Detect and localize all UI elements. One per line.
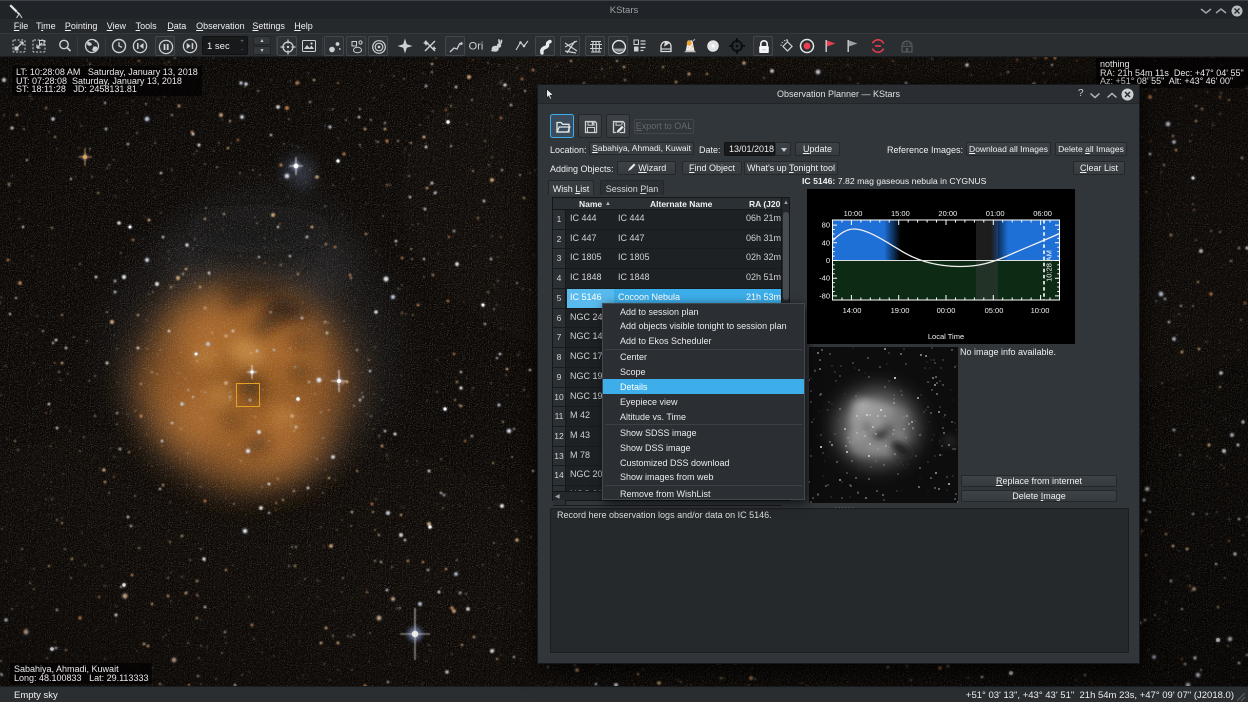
svg-text:06:00: 06:00 <box>1033 209 1052 218</box>
svg-text:80: 80 <box>822 221 830 230</box>
svg-text:Ori: Ori <box>469 41 484 53</box>
svg-text:01:00: 01:00 <box>986 209 1005 218</box>
svg-text:Local Time: Local Time <box>928 332 964 341</box>
svg-text:10:00: 10:00 <box>844 209 863 218</box>
svg-text:10:00: 10:00 <box>1031 306 1050 315</box>
svg-text:20:00: 20:00 <box>938 209 957 218</box>
svg-text:40: 40 <box>822 238 830 247</box>
svg-text:19:00: 19:00 <box>891 306 910 315</box>
svg-text:-40: -40 <box>819 274 830 283</box>
svg-text:15:00: 15:00 <box>891 209 910 218</box>
svg-text:05:00: 05:00 <box>985 306 1004 315</box>
svg-text:14:00: 14:00 <box>843 306 862 315</box>
svg-text:00:00: 00:00 <box>937 306 956 315</box>
svg-text:-80: -80 <box>819 291 830 300</box>
svg-text:0: 0 <box>826 256 830 265</box>
svg-text:10:28 AM: 10:28 AM <box>1045 250 1054 282</box>
